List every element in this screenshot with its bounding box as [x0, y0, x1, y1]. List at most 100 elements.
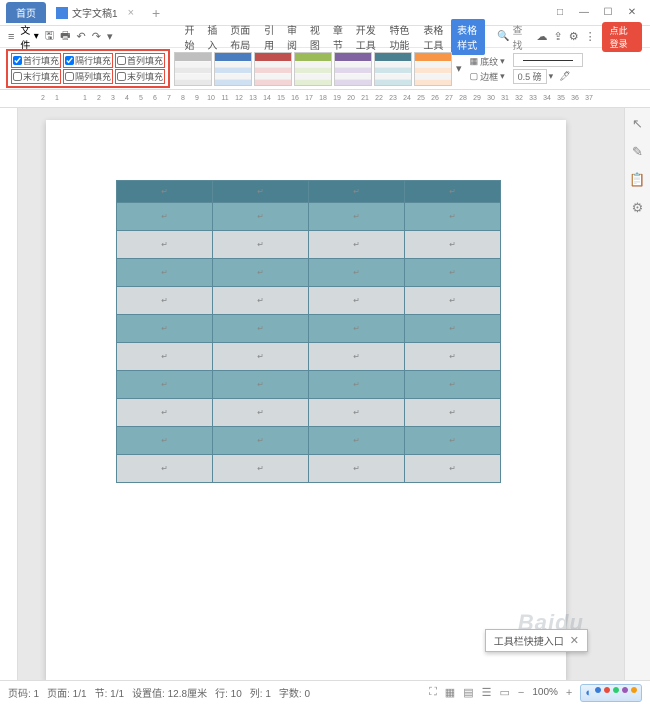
table-cell[interactable]: ↵ [405, 455, 501, 483]
table-cell[interactable]: ↵ [405, 203, 501, 231]
tab-home[interactable]: 首页 [6, 2, 46, 23]
undo-icon[interactable]: ↶ [77, 30, 86, 43]
window-maximize-icon[interactable]: ☐ [596, 3, 620, 23]
more-icon[interactable]: ▾ [107, 30, 113, 43]
menu-4[interactable]: 审阅 [281, 19, 304, 55]
table-cell[interactable]: ↵ [117, 371, 213, 399]
share-icon[interactable]: ⇪ [553, 30, 562, 43]
menu-0[interactable]: 开始 [178, 19, 201, 55]
print-icon[interactable]: 🖶 [60, 27, 70, 46]
window-help-icon[interactable]: □ [548, 3, 572, 23]
login-button[interactable]: 点此登录 [602, 22, 642, 52]
tab-close-icon[interactable]: × [128, 7, 134, 19]
menu-10[interactable]: 表格样式 [451, 19, 485, 55]
table-cell[interactable]: ↵ [213, 181, 309, 203]
settings-icon[interactable]: ⚙ [569, 30, 579, 43]
window-close-icon[interactable]: ✕ [620, 3, 644, 23]
save-icon[interactable]: 🖫 [45, 27, 54, 46]
file-menu[interactable]: 文件 ▾ [20, 22, 38, 52]
table-style-3[interactable] [294, 52, 332, 86]
table-cell[interactable]: ↵ [309, 315, 405, 343]
zoom-out-icon[interactable]: − [518, 687, 524, 699]
clipboard-icon[interactable]: 📋 [629, 172, 645, 188]
table-cell[interactable]: ↵ [213, 343, 309, 371]
border-icon[interactable]: ▢ [470, 71, 479, 82]
table-style-4[interactable] [334, 52, 372, 86]
table-cell[interactable]: ↵ [309, 287, 405, 315]
fullscreen-icon[interactable]: ⛶ [429, 686, 437, 699]
table-cell[interactable]: ↵ [117, 259, 213, 287]
select-tool-icon[interactable]: ↖ [632, 116, 643, 132]
table-cell[interactable]: ↵ [405, 343, 501, 371]
menu-6[interactable]: 章节 [327, 19, 350, 55]
checkbox-隔列填充[interactable]: 隔列填充 [63, 69, 113, 84]
table-cell[interactable]: ↵ [213, 231, 309, 259]
settings-icon[interactable]: ⚙ [632, 200, 644, 216]
menu-9[interactable]: 表格工具 [417, 19, 451, 55]
table-cell[interactable]: ↵ [309, 455, 405, 483]
table-cell[interactable]: ↵ [405, 315, 501, 343]
table-row[interactable]: ↵↵↵↵ [117, 455, 501, 483]
checkbox-末行填充[interactable]: 末行填充 [11, 69, 61, 84]
zoom-in-icon[interactable]: + [566, 687, 572, 699]
table-cell[interactable]: ↵ [309, 399, 405, 427]
checkbox-隔行填充[interactable]: 隔行填充 [63, 53, 113, 68]
table-cell[interactable]: ↵ [309, 427, 405, 455]
table-cell[interactable]: ↵ [117, 315, 213, 343]
table-cell[interactable]: ↵ [309, 371, 405, 399]
table-cell[interactable]: ↵ [309, 181, 405, 203]
tab-document[interactable]: 文字文稿1 × [46, 2, 144, 23]
table-cell[interactable]: ↵ [213, 455, 309, 483]
table-cell[interactable]: ↵ [309, 343, 405, 371]
view-read-icon[interactable]: ▭ [499, 686, 509, 699]
pencil-icon[interactable]: ✎ [632, 144, 643, 160]
menu-7[interactable]: 开发工具 [350, 19, 384, 55]
table-row[interactable]: ↵↵↵↵ [117, 231, 501, 259]
chevron-down-icon[interactable]: ▾ [500, 56, 505, 67]
table-style-0[interactable] [174, 52, 212, 86]
table-row[interactable]: ↵↵↵↵ [117, 343, 501, 371]
fill-icon[interactable]: ▦ [470, 56, 479, 67]
table-cell[interactable]: ↵ [309, 203, 405, 231]
table-cell[interactable]: ↵ [117, 399, 213, 427]
table-row[interactable]: ↵↵↵↵ [117, 427, 501, 455]
document-table[interactable]: ↵↵↵↵↵↵↵↵↵↵↵↵↵↵↵↵↵↵↵↵↵↵↵↵↵↵↵↵↵↵↵↵↵↵↵↵↵↵↵↵… [116, 180, 501, 483]
table-cell[interactable]: ↵ [405, 259, 501, 287]
table-cell[interactable]: ↵ [117, 203, 213, 231]
table-cell[interactable]: ↵ [213, 427, 309, 455]
window-minimize-icon[interactable]: — [572, 3, 596, 23]
cloud-icon[interactable]: ☁ [536, 30, 547, 43]
table-cell[interactable]: ↵ [309, 259, 405, 287]
checkbox-首行填充[interactable]: 首行填充 [11, 53, 61, 68]
search-box[interactable]: 🔍 查找 [497, 22, 522, 52]
table-row[interactable]: ↵↵↵↵ [117, 181, 501, 203]
gallery-more-icon[interactable]: ▾ [456, 62, 462, 75]
view-outline-icon[interactable]: ☰ [482, 686, 492, 699]
table-row[interactable]: ↵↵↵↵ [117, 399, 501, 427]
table-cell[interactable]: ↵ [309, 231, 405, 259]
table-cell[interactable]: ↵ [117, 343, 213, 371]
menu-1[interactable]: 插入 [201, 19, 224, 55]
table-row[interactable]: ↵↵↵↵ [117, 371, 501, 399]
table-cell[interactable]: ↵ [405, 427, 501, 455]
table-row[interactable]: ↵↵↵↵ [117, 287, 501, 315]
table-cell[interactable]: ↵ [117, 455, 213, 483]
close-icon[interactable]: ✕ [570, 634, 579, 647]
table-row[interactable]: ↵↵↵↵ [117, 315, 501, 343]
line-width-spinner[interactable]: 0.5 磅 [513, 69, 547, 84]
table-style-2[interactable] [254, 52, 292, 86]
view-print-icon[interactable]: ▦ [445, 686, 455, 699]
table-cell[interactable]: ↵ [405, 181, 501, 203]
table-cell[interactable]: ↵ [405, 231, 501, 259]
checkbox-末列填充[interactable]: 末列填充 [115, 69, 165, 84]
kebab-icon[interactable]: ⋮ [585, 30, 596, 43]
table-cell[interactable]: ↵ [213, 203, 309, 231]
table-cell[interactable]: ↵ [117, 287, 213, 315]
menu-icon[interactable]: ≡ [8, 31, 14, 43]
table-cell[interactable]: ↵ [405, 371, 501, 399]
add-tab-button[interactable]: + [152, 5, 160, 21]
menu-2[interactable]: 页面布局 [224, 19, 258, 55]
table-cell[interactable]: ↵ [405, 287, 501, 315]
table-cell[interactable]: ↵ [405, 399, 501, 427]
table-row[interactable]: ↵↵↵↵ [117, 259, 501, 287]
